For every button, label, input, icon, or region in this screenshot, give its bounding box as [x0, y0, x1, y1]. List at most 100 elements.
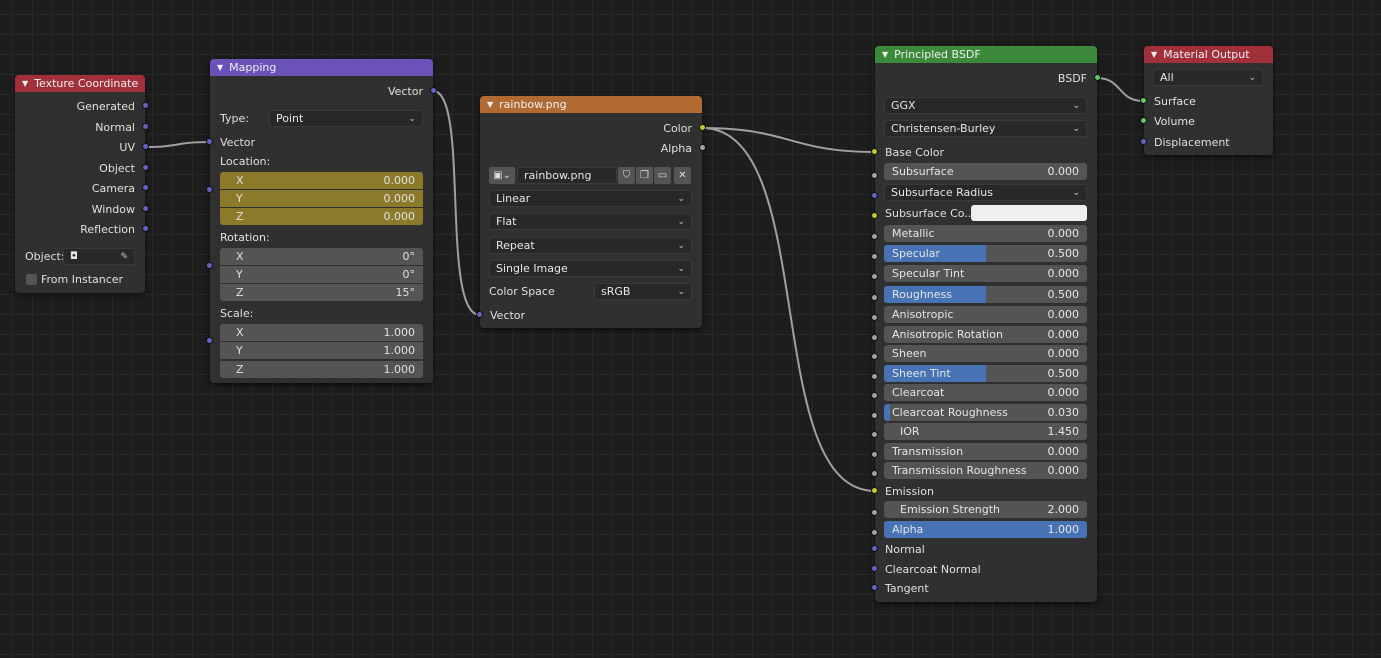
scale-x-field[interactable]: X 1.000: [220, 324, 423, 341]
object-picker[interactable]: ◘ ✎: [63, 248, 135, 265]
clearcoat-socket[interactable]: [871, 392, 878, 399]
clearcoat-field[interactable]: Clearcoat 0.000: [884, 384, 1087, 401]
input-socket[interactable]: [871, 584, 878, 591]
fake-user-button[interactable]: ⛉: [618, 167, 635, 184]
input-socket[interactable]: [1140, 97, 1147, 104]
open-image-button[interactable]: ▭: [654, 167, 671, 184]
output-socket[interactable]: [142, 205, 149, 212]
subsurface-radius-socket[interactable]: [871, 192, 878, 199]
image-browse-button[interactable]: ▣⌄: [489, 167, 515, 184]
roughness-slider[interactable]: Roughness 0.500: [884, 286, 1087, 303]
source-dropdown[interactable]: Single Image ⌄: [489, 260, 692, 277]
sheen-socket[interactable]: [871, 353, 878, 360]
metallic-field[interactable]: Metallic 0.000: [884, 225, 1087, 242]
texture-coordinate-node[interactable]: ▼ Texture Coordinate Generated Normal UV…: [15, 75, 149, 293]
principled-bsdf-header[interactable]: ▼ Principled BSDF: [875, 46, 1097, 63]
output-socket[interactable]: [142, 123, 149, 130]
input-socket[interactable]: [871, 487, 878, 494]
material-output-header[interactable]: ▼ Material Output: [1144, 46, 1273, 63]
specular-socket[interactable]: [871, 253, 878, 260]
ior-field[interactable]: IOR 1.450: [884, 423, 1087, 440]
output-socket[interactable]: [142, 164, 149, 171]
specular-slider[interactable]: Specular 0.500: [884, 245, 1087, 262]
rotation-socket[interactable]: [206, 262, 213, 269]
material-output-node[interactable]: ▼ Material Output All ⌄ Surface Volume Di…: [1140, 46, 1273, 155]
metallic-socket[interactable]: [871, 233, 878, 240]
subsurface-field[interactable]: Subsurface 0.000: [884, 163, 1087, 180]
output-socket[interactable]: [142, 184, 149, 191]
target-dropdown[interactable]: All ⌄: [1153, 69, 1263, 86]
distribution-dropdown[interactable]: GGX ⌄: [884, 97, 1087, 114]
sheen-tint-slider[interactable]: Sheen Tint 0.500: [884, 365, 1087, 382]
clearcoat-roughness-slider[interactable]: Clearcoat Roughness 0.030: [884, 404, 1087, 421]
duplicate-button[interactable]: ❐: [636, 167, 653, 184]
transmission-roughness-socket[interactable]: [871, 470, 878, 477]
collapse-arrow-icon[interactable]: ▼: [1151, 50, 1157, 59]
input-socket[interactable]: [1140, 138, 1147, 145]
eyedropper-icon[interactable]: ✎: [120, 252, 128, 262]
mapping-node[interactable]: ▼ Mapping Vector Type: Point ⌄ Vector Loc…: [206, 59, 437, 383]
transmission-socket[interactable]: [871, 451, 878, 458]
scale-socket[interactable]: [206, 337, 213, 344]
rotation-z-field[interactable]: Z 15°: [220, 284, 423, 301]
output-socket[interactable]: [699, 144, 706, 151]
texture-coordinate-header[interactable]: ▼ Texture Coordinate: [15, 75, 145, 92]
anisotropic-field[interactable]: Anisotropic 0.000: [884, 306, 1087, 323]
location-x-field[interactable]: X 0.000: [220, 172, 423, 189]
collapse-arrow-icon[interactable]: ▼: [882, 50, 888, 59]
anisotropic-rotation-socket[interactable]: [871, 334, 878, 341]
mapping-header[interactable]: ▼ Mapping: [210, 59, 433, 76]
collapse-arrow-icon[interactable]: ▼: [217, 63, 223, 72]
image-texture-node[interactable]: ▼ rainbow.png Color Alpha ▣⌄ rainbow.png…: [476, 96, 706, 328]
roughness-socket[interactable]: [871, 294, 878, 301]
clearcoat-roughness-socket[interactable]: [871, 412, 878, 419]
output-socket[interactable]: [142, 143, 149, 150]
from-instancer-checkbox[interactable]: [26, 274, 37, 285]
interpolation-dropdown[interactable]: Linear ⌄: [489, 190, 692, 207]
scale-z-field[interactable]: Z 1.000: [220, 361, 423, 378]
sheen-field[interactable]: Sheen 0.000: [884, 345, 1087, 362]
output-socket[interactable]: [142, 225, 149, 232]
specular-tint-socket[interactable]: [871, 273, 878, 280]
output-socket[interactable]: [430, 87, 437, 94]
subsurface-color-socket[interactable]: [871, 212, 878, 219]
output-socket[interactable]: [699, 124, 706, 131]
rotation-x-field[interactable]: X 0°: [220, 248, 423, 265]
anisotropic-rotation-field[interactable]: Anisotropic Rotation 0.000: [884, 326, 1087, 343]
alpha-slider[interactable]: Alpha 1.000: [884, 521, 1087, 538]
subsurface-socket[interactable]: [871, 172, 878, 179]
emission-strength-socket[interactable]: [871, 509, 878, 516]
location-y-field[interactable]: Y 0.000: [220, 190, 423, 207]
projection-dropdown[interactable]: Flat ⌄: [489, 213, 692, 230]
output-socket[interactable]: [1094, 74, 1101, 81]
scale-y-field[interactable]: Y 1.000: [220, 342, 423, 359]
image-texture-header[interactable]: ▼ rainbow.png: [480, 96, 702, 113]
subsurface-method-dropdown[interactable]: Christensen-Burley ⌄: [884, 120, 1087, 137]
alpha-socket[interactable]: [871, 529, 878, 536]
specular-tint-field[interactable]: Specular Tint 0.000: [884, 265, 1087, 282]
input-socket[interactable]: [871, 545, 878, 552]
input-socket[interactable]: [871, 565, 878, 572]
subsurface-radius-dropdown[interactable]: Subsurface Radius ⌄: [884, 184, 1087, 201]
collapse-arrow-icon[interactable]: ▼: [22, 79, 28, 88]
output-socket[interactable]: [142, 102, 149, 109]
rotation-y-field[interactable]: Y 0°: [220, 266, 423, 283]
sheen-tint-socket[interactable]: [871, 373, 878, 380]
principled-bsdf-node[interactable]: ▼ Principled BSDF BSDF GGX ⌄ Christensen-…: [871, 46, 1101, 602]
location-z-field[interactable]: Z 0.000: [220, 208, 423, 225]
extension-dropdown[interactable]: Repeat ⌄: [489, 237, 692, 254]
location-socket[interactable]: [206, 186, 213, 193]
emission-strength-field[interactable]: Emission Strength 2.000: [884, 501, 1087, 518]
input-socket[interactable]: [476, 311, 483, 318]
ior-socket[interactable]: [871, 431, 878, 438]
subsurface-color-swatch[interactable]: [971, 205, 1087, 221]
input-socket[interactable]: [1140, 117, 1147, 124]
transmission-field[interactable]: Transmission 0.000: [884, 443, 1087, 460]
image-name-field[interactable]: rainbow.png: [517, 167, 617, 184]
color-space-dropdown[interactable]: sRGB ⌄: [594, 283, 692, 300]
input-socket[interactable]: [871, 148, 878, 155]
input-socket[interactable]: [206, 138, 213, 145]
anisotropic-socket[interactable]: [871, 314, 878, 321]
collapse-arrow-icon[interactable]: ▼: [487, 100, 493, 109]
type-dropdown[interactable]: Point ⌄: [269, 110, 423, 127]
